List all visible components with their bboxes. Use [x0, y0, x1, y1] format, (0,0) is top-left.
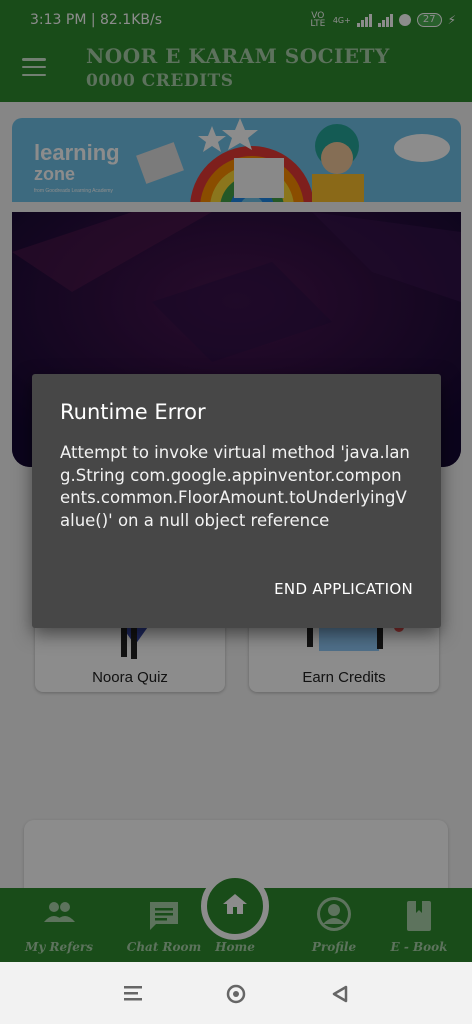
- recents-icon[interactable]: [122, 984, 144, 1002]
- back-icon[interactable]: [330, 984, 350, 1004]
- dialog-title: Runtime Error: [60, 400, 206, 424]
- end-application-button[interactable]: END APPLICATION: [274, 580, 413, 598]
- runtime-error-dialog: Runtime Error Attempt to invoke virtual …: [32, 374, 441, 628]
- system-navigation-bar: [0, 962, 472, 1024]
- dialog-message: Attempt to invoke virtual method 'java.l…: [60, 443, 410, 530]
- home-key-icon[interactable]: [226, 984, 246, 1004]
